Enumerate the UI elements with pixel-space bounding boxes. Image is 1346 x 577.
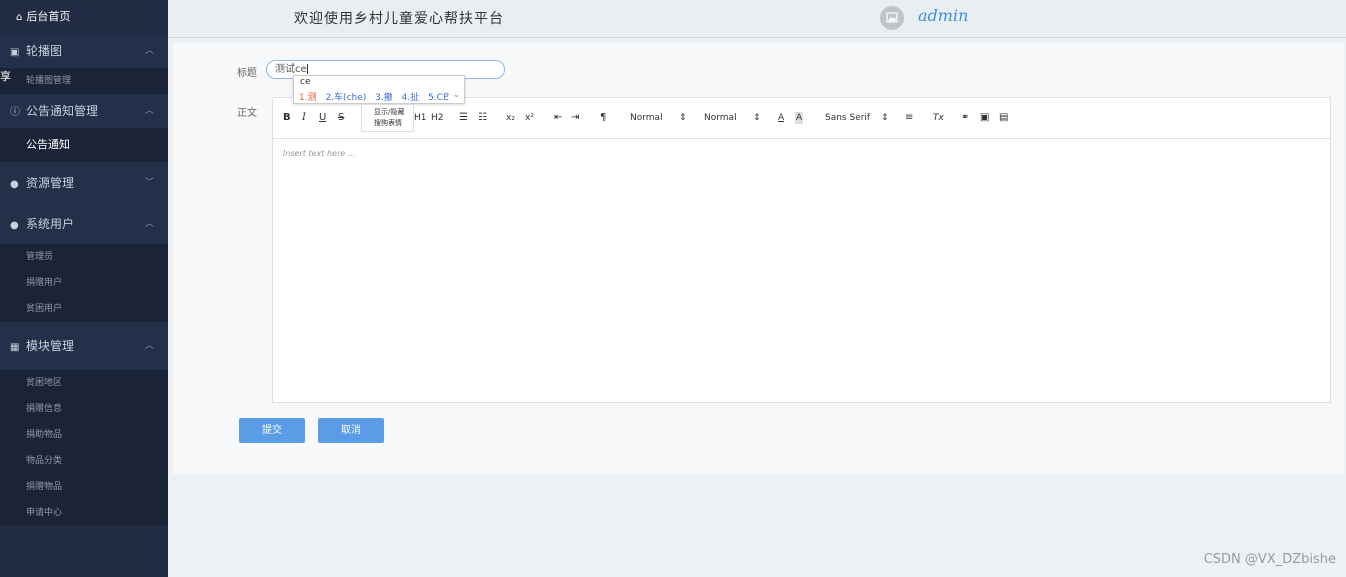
editor-placeholder[interactable]: Insert text here ...: [283, 149, 355, 158]
sidebar-group-modules[interactable]: ▦ 模块管理 ︿: [0, 322, 168, 370]
ime-candidate[interactable]: 3.撤: [375, 93, 393, 103]
sidebar-submenu: 贫困地区 捐赠信息 捐助物品 物品分类 捐赠物品 申请中心: [0, 370, 168, 526]
text-cursor: [306, 64, 308, 74]
chevron-up-icon: ︿: [144, 106, 154, 116]
sidebar-group-notice[interactable]: ⓘ 公告通知管理 ︿: [0, 94, 168, 128]
superscript-button[interactable]: x²: [525, 112, 534, 124]
sidebar-home[interactable]: ⌂ 后台首页: [0, 0, 168, 34]
title-label: 标题: [237, 68, 257, 79]
sidebar-submenu: 轮播图管理: [0, 68, 168, 94]
sidebar-group-label: 资源管理: [26, 176, 75, 190]
sidebar-submenu: 公告通知: [0, 128, 168, 162]
sidebar-item-application-center[interactable]: 申请中心: [0, 500, 168, 526]
font-select[interactable]: Sans Serif: [825, 112, 870, 124]
image-icon[interactable]: ▣: [980, 112, 989, 124]
sidebar-group-label: 公告通知管理: [26, 104, 99, 118]
sidebar-item-admin[interactable]: 管理员: [0, 244, 168, 270]
bold-button[interactable]: B: [283, 112, 291, 124]
indent-icon[interactable]: ⇥: [571, 112, 579, 124]
ime-tooltip: 显示/隐藏 搜狗表情: [361, 104, 414, 132]
background-color-icon[interactable]: A: [795, 112, 804, 124]
sidebar-item-aid-goods[interactable]: 捐助物品: [0, 422, 168, 448]
rich-text-editor: B I U S H1 H2 ☰ ☷ x₂ x² ⇤ ⇥ ¶ Normal ⇕ N…: [272, 97, 1331, 403]
sidebar-group-resources[interactable]: ● 资源管理 ﹀: [0, 162, 168, 204]
image-icon: ▣: [10, 47, 20, 58]
sidebar-group-label: 轮播图: [26, 44, 63, 58]
sidebar: ⌂ 后台首页 ▣ 轮播图 ︿ 轮播图管理 ⓘ 公告通知管理 ︿ 公告通知 ● 资源管理 …: [0, 0, 168, 577]
chevron-updown-icon: ⇕: [679, 113, 687, 123]
chevron-up-icon: ︿: [144, 341, 154, 351]
ime-tip-line: 搜狗表情: [374, 119, 402, 127]
editor-toolbar: B I U S H1 H2 ☰ ☷ x₂ x² ⇤ ⇥ ¶ Normal ⇕ N…: [273, 98, 1330, 139]
body-label: 正文: [237, 108, 257, 119]
ime-tip-line: 显示/隐藏: [374, 108, 405, 116]
sidebar-item-donor[interactable]: 捐赠用户: [0, 270, 168, 296]
subscript-button[interactable]: x₂: [506, 112, 515, 124]
sidebar-item-donated-goods[interactable]: 捐赠物品: [0, 474, 168, 500]
sidebar-item-carousel-manage[interactable]: 轮播图管理: [0, 68, 168, 94]
video-icon[interactable]: ▤: [999, 112, 1008, 124]
ime-composition: ce: [300, 77, 311, 87]
submit-button[interactable]: 提交: [239, 418, 305, 443]
chevron-down-icon: ﹀: [144, 178, 154, 188]
user-icon: ●: [10, 220, 19, 231]
text-direction-icon[interactable]: ¶: [600, 112, 606, 124]
ime-candidates: 1.测 2.车(che) 3.撤 4.扯 5.CE: [299, 90, 455, 103]
clean-format-button[interactable]: Tx: [933, 112, 944, 124]
sidebar-home-label: 后台首页: [26, 10, 71, 23]
align-icon[interactable]: ≡: [905, 112, 913, 124]
sidebar-item-poor-user[interactable]: 贫困用户: [0, 296, 168, 322]
font-color-icon[interactable]: A: [778, 112, 784, 124]
watermark: CSDN @VX_DZbishe: [1203, 552, 1336, 567]
outdent-icon[interactable]: ⇤: [554, 112, 562, 124]
ime-candidate[interactable]: 4.扯: [402, 93, 420, 103]
underline-button[interactable]: U: [319, 112, 326, 124]
cancel-button[interactable]: 取消: [318, 418, 384, 443]
chevron-updown-icon: ⇕: [753, 113, 761, 123]
chevron-up-icon: ︿: [144, 219, 154, 229]
page-title: 欢迎使用乡村儿童爱心帮扶平台: [294, 11, 504, 27]
strike-button[interactable]: S: [338, 112, 344, 124]
sidebar-submenu: 管理员 捐赠用户 贫困用户: [0, 244, 168, 322]
chevron-updown-icon: ⇕: [881, 113, 889, 123]
h2-button[interactable]: H2: [431, 112, 444, 124]
sidebar-group-carousel[interactable]: ▣ 轮播图 ︿: [0, 34, 168, 68]
chevron-up-icon: ︿: [144, 46, 154, 56]
location-icon: ●: [10, 179, 19, 190]
username[interactable]: admin: [918, 6, 968, 25]
sidebar-item-notice[interactable]: 公告通知: [0, 128, 168, 162]
ime-next-icon[interactable]: › ⌄: [446, 90, 460, 100]
ime-candidate-box: ce 1.测 2.车(che) 3.撤 4.扯 5.CE › ⌄: [293, 75, 465, 104]
ordered-list-icon[interactable]: ☰: [459, 112, 468, 124]
sidebar-item-poor-area[interactable]: 贫困地区: [0, 370, 168, 396]
header-select[interactable]: Normal: [704, 112, 737, 124]
italic-button[interactable]: I: [302, 112, 306, 124]
sidebar-group-users[interactable]: ● 系统用户 ︿: [0, 204, 168, 244]
home-icon: ⌂: [16, 12, 23, 23]
info-icon: ⓘ: [10, 107, 20, 118]
avatar[interactable]: [880, 6, 904, 30]
edge-glyph: 享: [0, 70, 11, 83]
link-icon[interactable]: ⚭: [961, 112, 969, 124]
sidebar-item-goods-category[interactable]: 物品分类: [0, 448, 168, 474]
grid-icon: ▦: [10, 342, 20, 353]
sidebar-item-donation-info[interactable]: 捐赠信息: [0, 396, 168, 422]
bullet-list-icon[interactable]: ☷: [478, 112, 487, 124]
image-icon: [886, 12, 898, 23]
header: 欢迎使用乡村儿童爱心帮扶平台 admin: [168, 0, 1346, 38]
sidebar-group-label: 系统用户: [26, 217, 75, 231]
ime-candidate[interactable]: 1.测: [299, 93, 317, 103]
sidebar-group-label: 模块管理: [26, 339, 75, 353]
size-select[interactable]: Normal: [630, 112, 663, 124]
ime-candidate[interactable]: 2.车(che): [325, 93, 366, 103]
h1-button[interactable]: H1: [414, 112, 427, 124]
title-input-value: 测试ce: [275, 64, 307, 75]
